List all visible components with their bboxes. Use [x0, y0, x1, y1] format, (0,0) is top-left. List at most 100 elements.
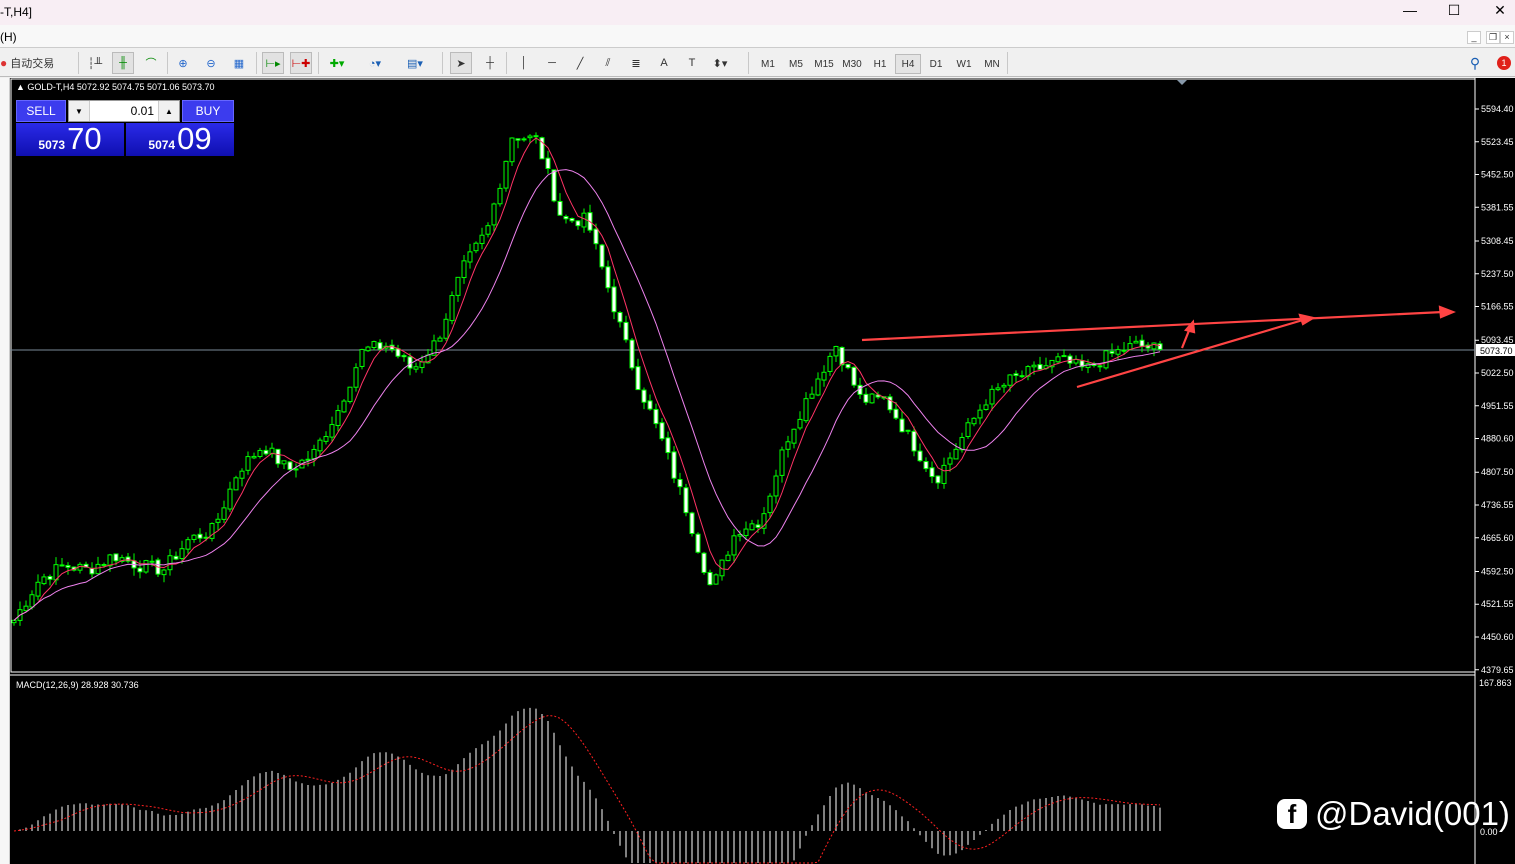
bull-candle — [233, 477, 239, 491]
bull-candle — [773, 475, 779, 497]
bull-candle — [959, 437, 965, 451]
lot-size-stepper[interactable]: ▼ 0.01 ▲ — [68, 100, 180, 122]
price-axis: 5594.40 5523.45 5452.50 5381.55 5308.45 5237.… — [1475, 104, 1514, 675]
bar-chart-icon[interactable]: ┆╨ — [84, 52, 106, 74]
child-close-button[interactable]: × — [1500, 31, 1514, 44]
arrows-icon[interactable]: ⬍▾ — [709, 52, 731, 74]
timeframe-m15[interactable]: M15 — [811, 54, 837, 74]
periods-icon[interactable]: ◔▾ — [364, 52, 386, 74]
crosshair-icon[interactable]: ┼ — [479, 52, 501, 74]
maximize-button[interactable]: ☐ — [1434, 2, 1474, 22]
auto-trading-button[interactable]: ● 自动交易 — [0, 52, 68, 74]
text-tool[interactable]: A — [653, 52, 675, 74]
price-tick-label: 4521.55 — [1481, 599, 1514, 609]
zoom-in-icon[interactable]: ⊕ — [172, 52, 194, 74]
bear-candle — [1157, 343, 1163, 350]
bull-candle — [827, 355, 833, 372]
macd-max-label: 167.863 — [1479, 678, 1512, 688]
tile-windows-icon[interactable]: ▦ — [228, 52, 250, 74]
price-tick-label: 4807.50 — [1481, 467, 1514, 477]
autoscroll-icon[interactable]: ⊢✚ — [290, 52, 312, 74]
chart-shift-icon[interactable]: ⊢▸ — [262, 52, 284, 74]
price-tick-label: 5452.50 — [1481, 170, 1514, 180]
chart-info: ▲ GOLD-T,H4 5072.92 5074.75 5071.06 5073… — [16, 82, 215, 92]
equidistant-channel-icon[interactable]: ⫽ — [597, 52, 619, 74]
bull-candle — [809, 393, 815, 399]
main-pane-border — [10, 78, 1476, 673]
bull-candle — [1031, 364, 1037, 368]
buy-button[interactable]: BUY — [182, 100, 234, 122]
bull-candle — [581, 212, 587, 228]
bear-candle — [1109, 350, 1115, 354]
bear-candle — [65, 565, 71, 568]
notifications-button[interactable]: 1 — [1493, 52, 1515, 74]
minimize-button[interactable]: — — [1390, 2, 1430, 22]
navigator-edge — [0, 78, 10, 864]
sell-price-pips: 70 — [67, 121, 102, 156]
lot-increase-icon[interactable]: ▲ — [159, 101, 179, 121]
price-tick-label: 5308.45 — [1481, 236, 1514, 246]
macd-label: MACD(12,26,9) 28.928 30.736 — [16, 680, 139, 690]
timeframe-m30[interactable]: M30 — [839, 54, 865, 74]
price-tick-label: 5237.50 — [1481, 269, 1514, 279]
cursor-icon[interactable]: ➤ — [450, 52, 472, 74]
bull-candle — [191, 534, 197, 540]
bear-candle — [59, 564, 65, 567]
timeframe-m1[interactable]: M1 — [755, 54, 781, 74]
bear-candle — [671, 451, 677, 479]
sell-button[interactable]: SELL — [16, 100, 66, 122]
close-button[interactable]: ✕ — [1480, 2, 1515, 22]
bear-candle — [551, 169, 557, 202]
timeframe-d1[interactable]: D1 — [923, 54, 949, 74]
bull-candle — [1103, 350, 1109, 369]
zoom-out-icon[interactable]: ⊖ — [200, 52, 222, 74]
fibonacci-icon[interactable]: ≣ — [625, 52, 647, 74]
title-bar: -T,H4] — ☐ ✕ — [0, 0, 1515, 25]
candlestick-chart-icon[interactable]: ╫ — [112, 52, 134, 74]
bear-candle — [899, 418, 905, 433]
child-minimize-button[interactable]: _ — [1467, 31, 1481, 44]
bear-candle — [653, 408, 659, 425]
bull-candle — [995, 387, 1001, 391]
timeframe-w1[interactable]: W1 — [951, 54, 977, 74]
vertical-line-icon[interactable]: │ — [513, 52, 535, 74]
trendline-icon[interactable]: ╱ — [569, 52, 591, 74]
bear-candle — [923, 461, 929, 470]
horizontal-line-icon[interactable]: ─ — [541, 52, 563, 74]
bull-candle — [779, 449, 785, 476]
bull-candle — [251, 455, 257, 459]
line-chart-icon[interactable]: ⌒ — [140, 52, 162, 74]
text-label-tool[interactable]: T — [681, 52, 703, 74]
child-restore-button[interactable]: ❐ — [1486, 31, 1500, 44]
price-chart[interactable]: 5594.40 5523.45 5452.50 5381.55 5308.45 5237.… — [10, 78, 1515, 864]
bull-candle — [167, 555, 173, 571]
bull-candle — [1133, 340, 1139, 344]
menu-help[interactable]: (H) — [0, 30, 17, 44]
bear-candle — [401, 354, 407, 358]
timeframe-m5[interactable]: M5 — [783, 54, 809, 74]
bull-candle — [485, 225, 491, 235]
price-tick-label: 5022.50 — [1481, 368, 1514, 378]
bear-candle — [887, 396, 893, 411]
timeframe-h4[interactable]: H4 — [895, 54, 921, 74]
price-tick-label: 4951.55 — [1481, 401, 1514, 411]
bull-candle — [11, 619, 17, 624]
bear-candle — [125, 556, 131, 562]
timeframe-h1[interactable]: H1 — [867, 54, 893, 74]
search-icon[interactable]: ⚲ — [1464, 52, 1486, 74]
lot-size-input[interactable]: 0.01 — [89, 101, 159, 121]
templates-icon[interactable]: ▤▾ — [404, 52, 426, 74]
bear-candle — [839, 346, 845, 366]
timeframe-mn[interactable]: MN — [979, 54, 1005, 74]
bull-candle — [941, 464, 947, 484]
lot-decrease-icon[interactable]: ▼ — [69, 101, 89, 121]
bear-candle — [575, 220, 581, 227]
new-order-icon[interactable]: ✚▾ — [326, 52, 348, 74]
bull-candle — [317, 439, 323, 452]
bull-candle — [527, 135, 533, 139]
buy-price[interactable]: 5074 09 — [126, 123, 234, 156]
price-tick-label: 5166.55 — [1481, 302, 1514, 312]
bear-candle — [137, 567, 143, 573]
bear-candle — [845, 363, 851, 369]
sell-price[interactable]: 5073 70 — [16, 123, 124, 156]
